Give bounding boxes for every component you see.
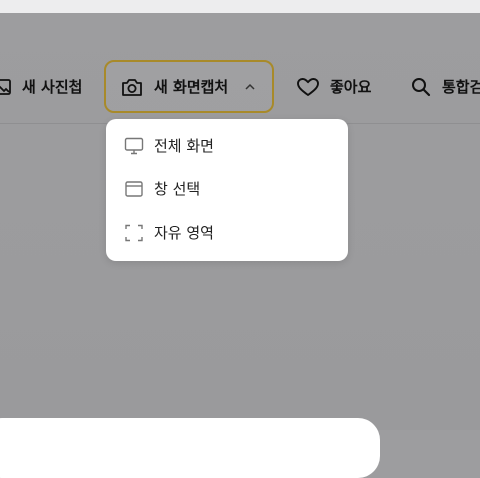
toolbar: 새 사진첩 새 화면캡처 좋아요 통합검 <box>0 60 480 115</box>
monitor-icon <box>124 136 144 156</box>
new-capture-label: 새 화면캡처 <box>154 78 229 96</box>
window-icon <box>124 179 144 199</box>
capture-dropdown-menu: 전체 화면 창 선택 자유 영역 <box>106 119 348 261</box>
new-album-button[interactable]: 새 사진첩 <box>0 60 82 113</box>
new-capture-button[interactable]: 새 화면캡처 <box>104 60 274 113</box>
like-button[interactable]: 좋아요 <box>296 60 371 113</box>
menu-item-label: 자유 영역 <box>154 224 214 242</box>
chevron-up-icon <box>244 82 256 92</box>
new-album-label: 새 사진첩 <box>22 78 83 96</box>
unified-search-label: 통합검 <box>442 78 480 96</box>
heart-icon <box>296 76 320 98</box>
top-strip <box>0 0 480 13</box>
image-icon <box>0 77 12 97</box>
menu-item-label: 창 선택 <box>154 180 201 198</box>
search-icon <box>410 76 432 98</box>
bottom-panel <box>0 418 380 478</box>
menu-item-label: 전체 화면 <box>154 137 214 155</box>
menu-item-select-window[interactable]: 창 선택 <box>106 169 348 209</box>
menu-item-free-area[interactable]: 자유 영역 <box>106 213 348 253</box>
free-area-icon <box>124 223 144 243</box>
unified-search-button[interactable]: 통합검 <box>410 60 480 113</box>
menu-item-full-screen[interactable]: 전체 화면 <box>106 126 348 166</box>
camera-icon <box>120 76 144 98</box>
like-label: 좋아요 <box>330 78 372 96</box>
